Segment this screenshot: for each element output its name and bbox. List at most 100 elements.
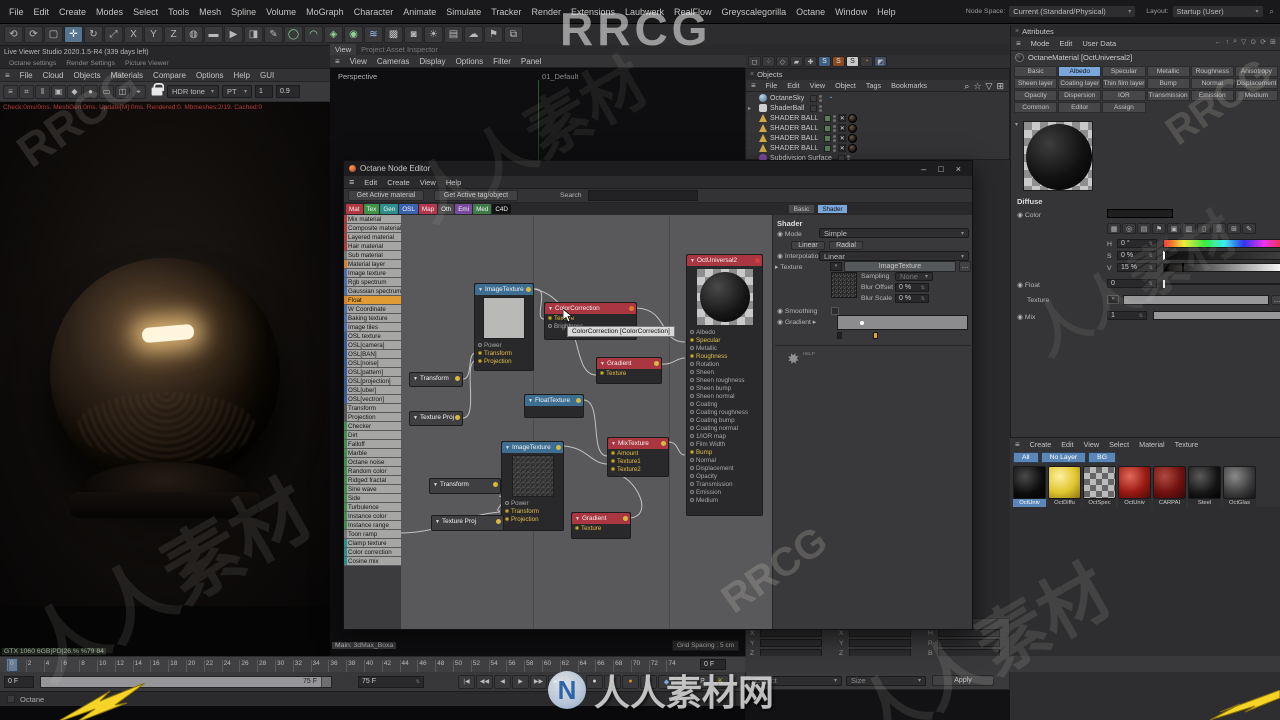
- redo-icon[interactable]: ⟳: [24, 26, 43, 43]
- palette-item-material-layer[interactable]: Material layer: [344, 260, 401, 269]
- attr-tab-sheen-layer[interactable]: Sheen layer: [1014, 78, 1058, 89]
- texture-tag-icon[interactable]: ✕: [838, 134, 847, 142]
- palette-item-osl-texture[interactable]: OSL texture: [344, 332, 401, 341]
- object-row-5[interactable]: · SHADER BALL ✕: [748, 143, 1009, 153]
- color-swatch[interactable]: [1107, 209, 1173, 218]
- material-tag-icon[interactable]: [848, 143, 858, 153]
- palette-item-layered-material[interactable]: Layered material: [344, 233, 401, 242]
- attr-tab-normal[interactable]: Normal: [1190, 78, 1234, 89]
- palette-item-osl-uber-[interactable]: OSL[uber]: [344, 386, 401, 395]
- timeline-ruler[interactable]: 0 2 4 6 8 10 12 14 16 18 20 22 24 26 28 30 32 34 36 38 40 42 4…: [0, 656, 745, 672]
- field-icon[interactable]: ≋: [364, 26, 383, 43]
- menu-item-mesh[interactable]: Mesh: [194, 7, 226, 17]
- objects-menu-object[interactable]: Object: [830, 81, 861, 90]
- port-rotation[interactable]: Rotation: [687, 360, 762, 368]
- enabled-checkbox[interactable]: [824, 144, 832, 152]
- material-preview-large[interactable]: [1023, 121, 1093, 191]
- attr-tab-basic[interactable]: Basic: [1014, 66, 1058, 77]
- lv-menu-file[interactable]: File: [15, 71, 38, 80]
- exposure-field[interactable]: 0.9: [276, 85, 300, 98]
- objects-menu-file[interactable]: File: [761, 81, 783, 90]
- attr-icon-1[interactable]: ↑: [1224, 39, 1232, 46]
- visibility-dots[interactable]: [833, 124, 837, 132]
- apply-button[interactable]: Apply: [932, 675, 994, 686]
- palette-item-falloff[interactable]: Falloff: [344, 440, 401, 449]
- texture-link-field[interactable]: ImageTexture: [844, 261, 956, 272]
- s-orange-icon[interactable]: S: [832, 56, 845, 67]
- axis-y-button[interactable]: Y: [144, 26, 163, 43]
- attr-icon-5[interactable]: ⟳: [1258, 38, 1268, 46]
- undo-icon[interactable]: ⟲: [4, 26, 23, 43]
- port-1-ior-map[interactable]: 1/IOR map: [687, 432, 762, 440]
- search-icon[interactable]: ⌕: [962, 81, 971, 92]
- props-tab-shader[interactable]: Shader: [817, 204, 848, 214]
- palette-item-osl-projection-[interactable]: OSL[projection]: [344, 377, 401, 386]
- menu-item-file[interactable]: File: [4, 7, 29, 17]
- attr-tab-displacement[interactable]: Displacement: [1234, 78, 1278, 89]
- node-gradient-1[interactable]: ▼ Gradient Texture: [596, 357, 662, 384]
- ne-menu-help[interactable]: Help: [441, 178, 466, 187]
- material-thumb-1[interactable]: OctDiffu: [1048, 466, 1081, 507]
- keyframe-selection-button[interactable]: ◆: [658, 674, 675, 689]
- coord-field-position-y[interactable]: [760, 639, 822, 647]
- picker-icon-1[interactable]: ◎: [1122, 223, 1136, 234]
- palette-item-osl-noise-[interactable]: OSL[noise]: [344, 359, 401, 368]
- ne-tab-emi[interactable]: Emi: [455, 204, 473, 214]
- viewport-menu-cameras[interactable]: Cameras: [372, 57, 414, 66]
- texture-tag-icon[interactable]: ✕: [838, 114, 847, 122]
- material-tag-icon[interactable]: [848, 123, 858, 133]
- attr-tab-ior[interactable]: IOR: [1102, 90, 1146, 101]
- goto-end-button[interactable]: ▶|: [548, 674, 565, 689]
- visibility-dots[interactable]: [819, 104, 823, 112]
- rotate-tool-icon[interactable]: ↻: [84, 26, 103, 43]
- capsule-button[interactable]: C: [676, 674, 693, 689]
- menu-item-render[interactable]: Render: [526, 7, 566, 17]
- attr-tab-dispersion[interactable]: Dispersion: [1058, 90, 1102, 101]
- float-slider[interactable]: [1163, 280, 1280, 288]
- attr-icon-6[interactable]: ⊞: [1268, 38, 1278, 46]
- palette-item-marble[interactable]: Marble: [344, 449, 401, 458]
- picker-icon-0[interactable]: ▦: [1107, 223, 1121, 234]
- play-button[interactable]: ▶: [512, 674, 529, 689]
- prev-frame-button[interactable]: ◀: [494, 674, 511, 689]
- next-key-button[interactable]: ▶▶: [530, 674, 547, 689]
- texture-tag-icon[interactable]: ✕: [838, 124, 847, 132]
- hamburger-icon[interactable]: ≡: [746, 81, 761, 90]
- attr-tab-common[interactable]: Common: [1014, 102, 1058, 113]
- generator-icon[interactable]: ◈: [324, 26, 343, 43]
- get-active-tag-button[interactable]: Get Active tag/object: [434, 190, 518, 201]
- float-field[interactable]: 0 ⇅: [1107, 279, 1157, 288]
- menu-item-octane[interactable]: Octane: [791, 7, 830, 17]
- pen-icon[interactable]: ✎: [264, 26, 283, 43]
- attr-tab-editor[interactable]: Editor: [1058, 102, 1102, 113]
- node-oct-universal2[interactable]: ▼ OctUniversal2 Albedo Specular Metallic Rou…: [686, 254, 763, 516]
- palette-item-image-texture[interactable]: Image texture: [344, 269, 401, 278]
- ne-tab-mat[interactable]: Mat: [346, 204, 363, 214]
- palette-item-octane-noise[interactable]: Octane noise: [344, 458, 401, 467]
- axis-z-button[interactable]: Z: [164, 26, 183, 43]
- hamburger-icon[interactable]: ≡: [344, 177, 359, 187]
- palette-item-hair-material[interactable]: Hair material: [344, 242, 401, 251]
- smoothing-checkbox[interactable]: [831, 307, 839, 315]
- enabled-checkbox[interactable]: [824, 134, 832, 142]
- coord-field-size-x[interactable]: [849, 629, 911, 637]
- objects-menu-edit[interactable]: Edit: [782, 81, 804, 90]
- node-space-select[interactable]: Current (Standard/Physical) ▾: [1008, 5, 1137, 18]
- node-image-texture-1[interactable]: ▼ ImageTexture Power Transform Projection: [474, 283, 534, 371]
- instance-icon[interactable]: ⧉: [504, 26, 523, 43]
- object-row-2[interactable]: · SHADER BALL ✕: [748, 113, 1009, 123]
- gradient-knot-black[interactable]: [837, 332, 842, 339]
- goto-start-button[interactable]: |◀: [458, 674, 475, 689]
- hue-bar[interactable]: [1163, 239, 1280, 248]
- kernel-select[interactable]: PT ▾: [222, 85, 252, 98]
- texture-browse-button[interactable]: …: [959, 261, 971, 272]
- ne-tab-gen[interactable]: Gen: [380, 204, 399, 214]
- menu-item-mograph[interactable]: MoGraph: [301, 7, 349, 17]
- viewport-menu-options[interactable]: Options: [451, 57, 489, 66]
- attr-icon-3[interactable]: ▽: [1239, 38, 1248, 46]
- palette-item-osl-ban-[interactable]: OSL[BAN]: [344, 350, 401, 359]
- visibility-dots[interactable]: [833, 144, 837, 152]
- lv-menu-cloud[interactable]: Cloud: [38, 71, 69, 80]
- port-texture1[interactable]: Texture1: [608, 457, 668, 465]
- ne-tab-med[interactable]: Med: [473, 204, 492, 214]
